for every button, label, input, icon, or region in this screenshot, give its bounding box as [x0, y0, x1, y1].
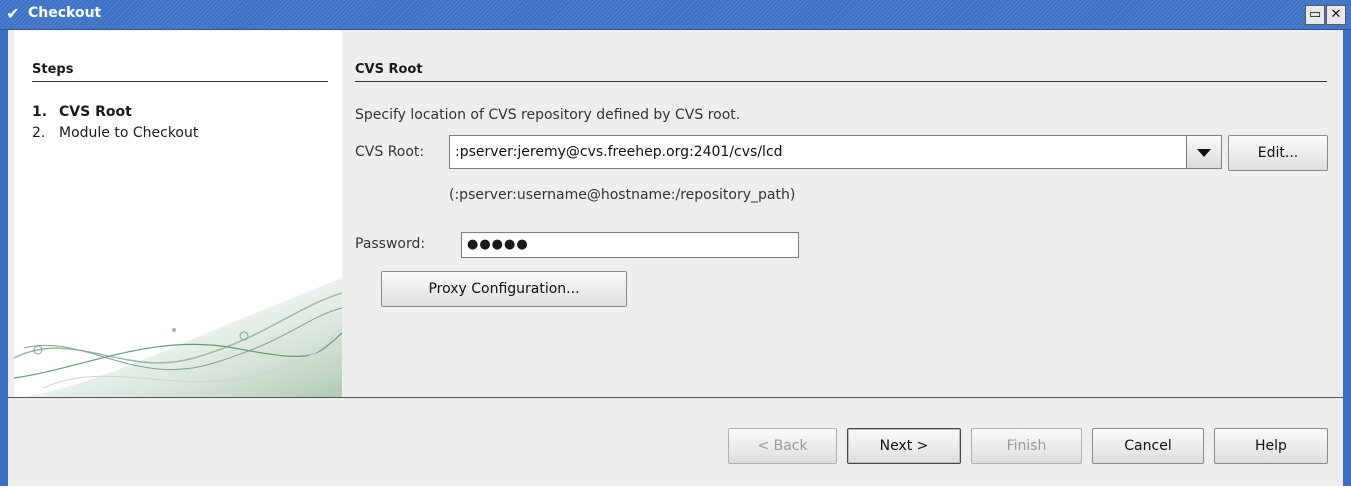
window-bottom-border: [0, 486, 1351, 491]
password-field[interactable]: ●●●●●: [461, 232, 799, 258]
step-number: 2.: [32, 125, 46, 141]
divider: [8, 397, 1343, 398]
steps-panel: Steps 1. CVS Root 2. Module to Checkout: [14, 30, 342, 398]
maximize-button[interactable]: ▭: [1305, 5, 1325, 25]
help-button[interactable]: Help: [1214, 428, 1328, 464]
step-item-cvs-root: 1. CVS Root: [32, 104, 132, 120]
dialog-content: Steps 1. CVS Root 2. Module to Checkout: [8, 30, 1343, 486]
step-item-module-to-checkout: 2. Module to Checkout: [32, 125, 198, 141]
description-text: Specify location of CVS repository defin…: [355, 107, 741, 123]
decorative-swirl-graphic: [14, 278, 342, 398]
window-menu-icon[interactable]: ✔: [3, 4, 23, 24]
checkout-window: ✔ Checkout ▭ ✕ Steps 1. CVS Root 2. Module…: [0, 0, 1351, 491]
proxy-configuration-button[interactable]: Proxy Configuration...: [381, 271, 627, 307]
cancel-button[interactable]: Cancel: [1092, 428, 1204, 464]
cvs-root-combobox[interactable]: :pserver:jeremy@cvs.freehep.org:2401/cvs…: [449, 135, 1222, 169]
window-title: Checkout: [28, 5, 102, 21]
section-title: CVS Root: [355, 62, 1327, 82]
next-button[interactable]: Next >: [847, 428, 961, 464]
chevron-down-icon[interactable]: [1186, 136, 1221, 168]
title-bar[interactable]: ✔ Checkout ▭ ✕: [0, 0, 1351, 30]
step-label: CVS Root: [59, 104, 132, 120]
close-icon[interactable]: ✕: [1326, 5, 1346, 25]
cvs-root-format-hint: (:pserver:username@hostname:/repository_…: [449, 187, 796, 203]
step-label: Module to Checkout: [59, 125, 199, 141]
password-label: Password:: [355, 236, 426, 252]
steps-header: Steps: [32, 62, 328, 82]
edit-button[interactable]: Edit...: [1228, 135, 1328, 171]
cvs-root-value[interactable]: :pserver:jeremy@cvs.freehep.org:2401/cvs…: [455, 144, 783, 160]
finish-button[interactable]: Finish: [971, 428, 1082, 464]
back-button[interactable]: < Back: [728, 428, 837, 464]
cvs-root-label: CVS Root:: [355, 144, 425, 160]
step-number: 1.: [32, 104, 48, 120]
